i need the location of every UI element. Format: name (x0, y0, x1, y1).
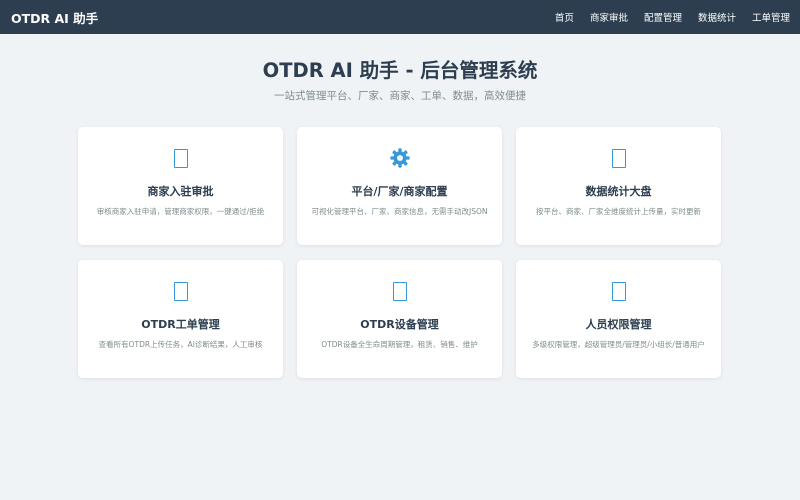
nav-link-config[interactable]: 配置管理 (644, 10, 682, 24)
card-permissions[interactable]: 人员权限管理 多级权限管理，超级管理员/管理员/小组长/普通用户 (516, 260, 721, 378)
app-brand[interactable]: OTDR AI 助手 (11, 8, 98, 27)
page-subtitle: 一站式管理平台、厂家、商家、工单、数据，高效便捷 (274, 90, 526, 102)
chart-icon (530, 146, 707, 170)
card-devices[interactable]: OTDR设备管理 OTDR设备全生命周期管理，租赁、销售、维护 (297, 260, 502, 378)
card-tickets[interactable]: OTDR工单管理 查看所有OTDR上传任务，AI诊断结果，人工审核 (78, 260, 283, 378)
card-title: 平台/厂家/商家配置 (351, 185, 448, 198)
nav-link-tickets[interactable]: 工单管理 (752, 10, 790, 24)
nav-link-merchant-approval[interactable]: 商家审批 (590, 10, 628, 24)
nav-link-statistics[interactable]: 数据统计 (698, 10, 736, 24)
hero-section: OTDR AI 助手 - 后台管理系统 一站式管理平台、厂家、商家、工单、数据，… (0, 59, 800, 103)
card-config[interactable]: 平台/厂家/商家配置 可视化管理平台、厂家、商家信息，无需手动改JSON (297, 127, 502, 245)
card-statistics[interactable]: 数据统计大盘 按平台、商家、厂家全维度统计上传量，实时更新 (516, 127, 721, 245)
users-icon (530, 279, 707, 303)
card-description: OTDR设备全生命周期管理，租赁、销售、维护 (321, 340, 478, 349)
page-title: OTDR AI 助手 - 后台管理系统 (262, 59, 538, 82)
card-description: 审核商家入驻申请，管理商家权限，一键通过/拒绝 (96, 207, 265, 216)
card-description: 可视化管理平台、厂家、商家信息，无需手动改JSON (311, 207, 488, 216)
top-navbar: OTDR AI 助手 首页 商家审批 配置管理 数据统计 工单管理 (0, 0, 800, 34)
card-title: 数据统计大盘 (585, 185, 652, 198)
card-description: 多级权限管理，超级管理员/管理员/小组长/普通用户 (532, 340, 705, 349)
device-icon (311, 279, 488, 303)
gear-icon (311, 146, 488, 170)
card-title: 商家入驻审批 (147, 185, 214, 198)
card-title: OTDR工单管理 (141, 318, 220, 331)
card-merchant-approval[interactable]: 商家入驻审批 审核商家入驻申请，管理商家权限，一键通过/拒绝 (78, 127, 283, 245)
card-title: OTDR设备管理 (360, 318, 439, 331)
card-description: 按平台、商家、厂家全维度统计上传量，实时更新 (536, 207, 701, 216)
card-description: 查看所有OTDR上传任务，AI诊断结果，人工审核 (98, 340, 263, 349)
document-icon (92, 146, 269, 170)
ticket-icon (92, 279, 269, 303)
feature-card-grid: 商家入驻审批 审核商家入驻申请，管理商家权限，一键通过/拒绝 平台/厂家/商家配… (78, 127, 721, 378)
card-title: 人员权限管理 (585, 318, 652, 331)
nav-links: 首页 商家审批 配置管理 数据统计 工单管理 (555, 10, 790, 24)
nav-link-home[interactable]: 首页 (555, 10, 574, 24)
